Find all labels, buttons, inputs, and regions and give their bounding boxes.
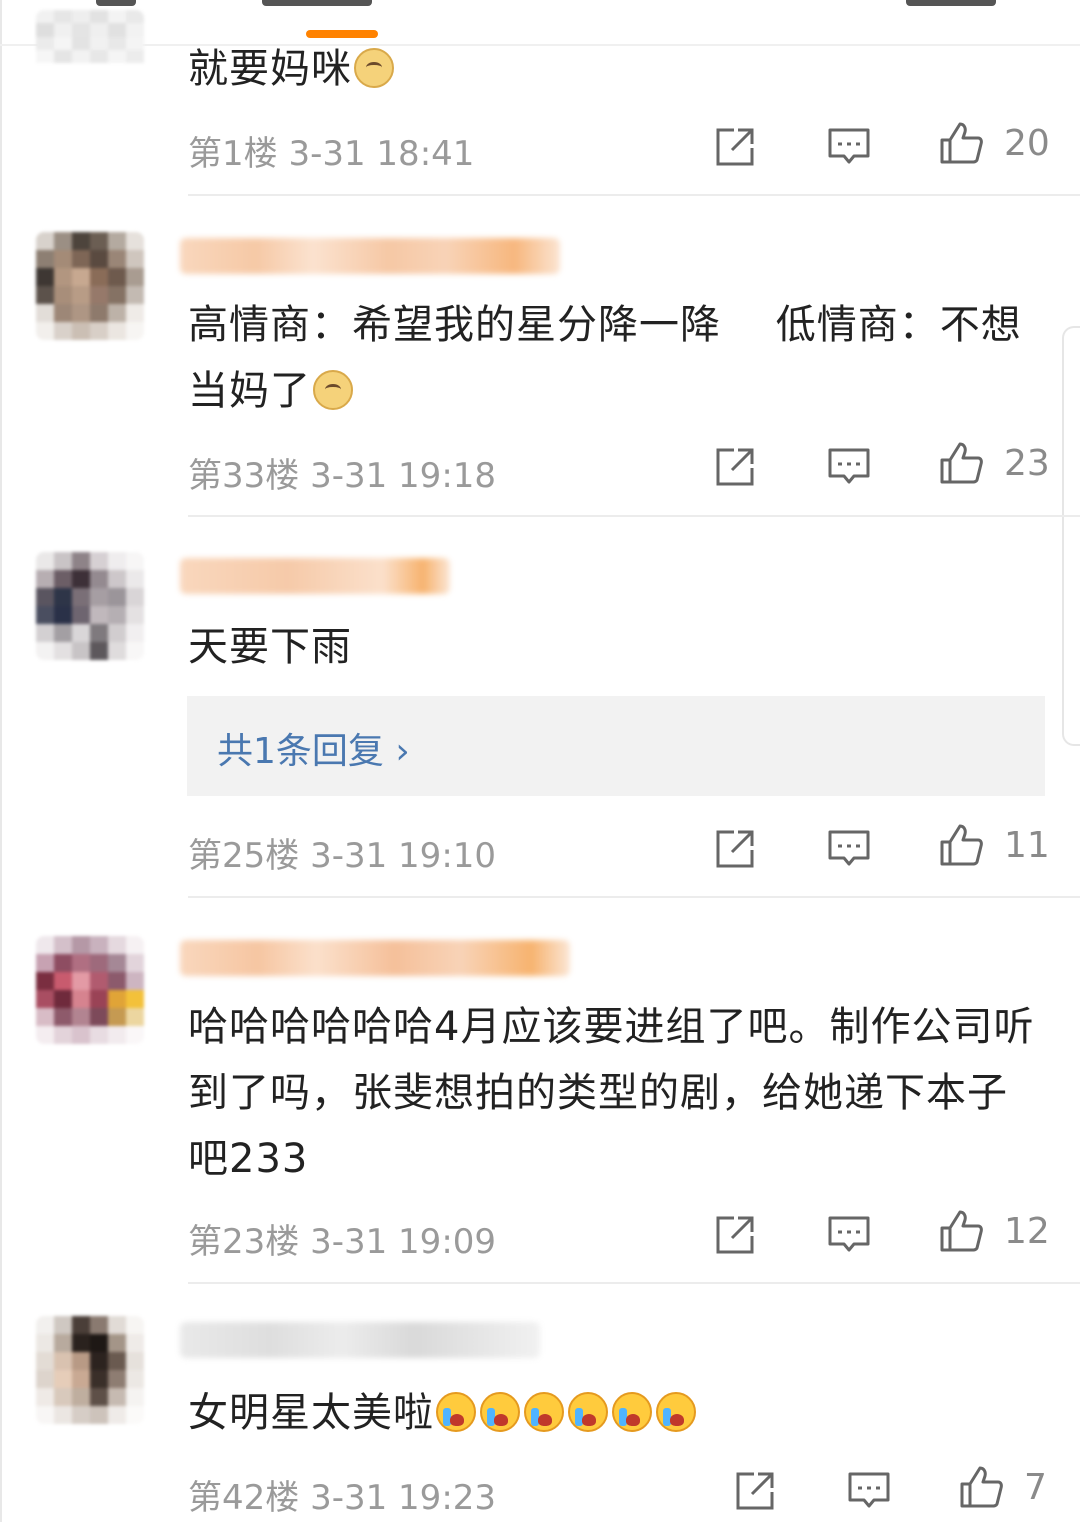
comment-text: 天要下雨 <box>188 624 352 670</box>
share-button[interactable] <box>712 444 758 490</box>
like-count: 7 <box>1024 1466 1047 1508</box>
avatar[interactable] <box>36 232 144 340</box>
share-icon <box>736 1472 774 1510</box>
floor-number: 第1楼 <box>188 134 278 174</box>
comment-meta: 第33楼 3-31 19:18 <box>188 448 496 497</box>
comment-meta: 第1楼 3-31 18:41 <box>188 126 474 175</box>
like-count: 11 <box>1004 824 1050 866</box>
timestamp: 3-31 19:18 <box>310 456 497 496</box>
floor-number: 第42楼 <box>188 1478 300 1518</box>
comment-icon <box>828 128 870 164</box>
like-count: 23 <box>1004 442 1050 484</box>
share-icon <box>716 1216 754 1254</box>
comment-meta: 第23楼 3-31 19:09 <box>188 1214 496 1263</box>
like-button[interactable]: 23 <box>938 440 1050 486</box>
comment-button[interactable] <box>826 1212 872 1258</box>
divider <box>188 1282 1080 1284</box>
like-count: 20 <box>1004 122 1050 164</box>
comment-meta: 第25楼 3-31 19:10 <box>188 828 496 877</box>
share-button[interactable] <box>712 124 758 170</box>
left-edge <box>0 0 2 1522</box>
share-icon <box>716 830 754 868</box>
comment-icon <box>828 830 870 866</box>
comment-button[interactable] <box>846 1468 892 1514</box>
username[interactable] <box>180 238 560 274</box>
avatar[interactable] <box>36 552 144 660</box>
like-button[interactable]: 11 <box>938 822 1050 868</box>
doge-emoji-icon <box>354 48 394 88</box>
comment-icon <box>828 1216 870 1252</box>
avatar[interactable] <box>36 936 144 1044</box>
username[interactable] <box>180 1322 540 1358</box>
share-icon <box>716 128 754 166</box>
tab-label-fragment[interactable] <box>262 0 372 6</box>
comment-icon <box>848 1472 890 1508</box>
comment-icon <box>828 448 870 484</box>
divider <box>188 515 1080 517</box>
tab-label-fragment[interactable] <box>906 0 996 6</box>
doge-emoji-icon <box>313 370 353 410</box>
like-count: 12 <box>1004 1210 1050 1252</box>
comment-text: 女明星太美啦 <box>188 1380 1040 1446</box>
crying-emoji-icon <box>436 1392 476 1432</box>
timestamp: 3-31 18:41 <box>288 134 475 174</box>
crying-emoji-icon <box>568 1392 608 1432</box>
thumbs-up-icon <box>940 1210 983 1252</box>
divider <box>188 194 1080 196</box>
like-button[interactable]: 20 <box>938 120 1050 166</box>
thumbs-up-icon <box>960 1466 1003 1508</box>
comment-text: 就要妈咪 <box>188 36 1040 102</box>
comment-button[interactable] <box>826 444 872 490</box>
share-icon <box>716 448 754 486</box>
timestamp: 3-31 19:09 <box>310 1222 497 1262</box>
share-button[interactable] <box>732 1468 778 1514</box>
comment-button[interactable] <box>826 826 872 872</box>
crying-emoji-icon <box>524 1392 564 1432</box>
like-button[interactable]: 12 <box>938 1208 1050 1254</box>
tab-label-fragment[interactable] <box>96 0 136 6</box>
view-replies-link[interactable]: 共1条回复 › <box>217 722 410 774</box>
username[interactable] <box>180 940 570 976</box>
username[interactable] <box>180 558 450 594</box>
like-button[interactable]: 7 <box>958 1464 1047 1510</box>
timestamp: 3-31 19:23 <box>310 1478 497 1518</box>
thumbs-up-icon <box>940 122 983 164</box>
thumbs-up-icon <box>940 824 983 866</box>
crying-emoji-icon <box>480 1392 520 1432</box>
comment-text: 哈哈哈哈哈哈4月应该要进组了吧。制作公司听到了吗，张斐想拍的类型的剧，给她递下本… <box>188 1004 1035 1182</box>
timestamp: 3-31 19:10 <box>310 836 497 876</box>
crying-emoji-icon <box>612 1392 652 1432</box>
avatar[interactable] <box>36 1316 144 1424</box>
comment-meta: 第42楼 3-31 19:23 <box>188 1470 496 1519</box>
comment-text: 高情商：希望我的星分降一降 低情商：不想当妈了 <box>188 302 1022 414</box>
share-button[interactable] <box>712 826 758 872</box>
avatar[interactable] <box>36 10 144 90</box>
scroll-handle[interactable] <box>1062 326 1080 746</box>
floor-number: 第23楼 <box>188 1222 300 1262</box>
crying-emoji-icon <box>656 1392 696 1432</box>
thumbs-up-icon <box>940 442 983 484</box>
floor-number: 第25楼 <box>188 836 300 876</box>
divider <box>188 896 1080 898</box>
share-button[interactable] <box>712 1212 758 1258</box>
comment-button[interactable] <box>826 124 872 170</box>
floor-number: 第33楼 <box>188 456 300 496</box>
replies-box[interactable]: 共1条回复 › <box>187 696 1045 796</box>
